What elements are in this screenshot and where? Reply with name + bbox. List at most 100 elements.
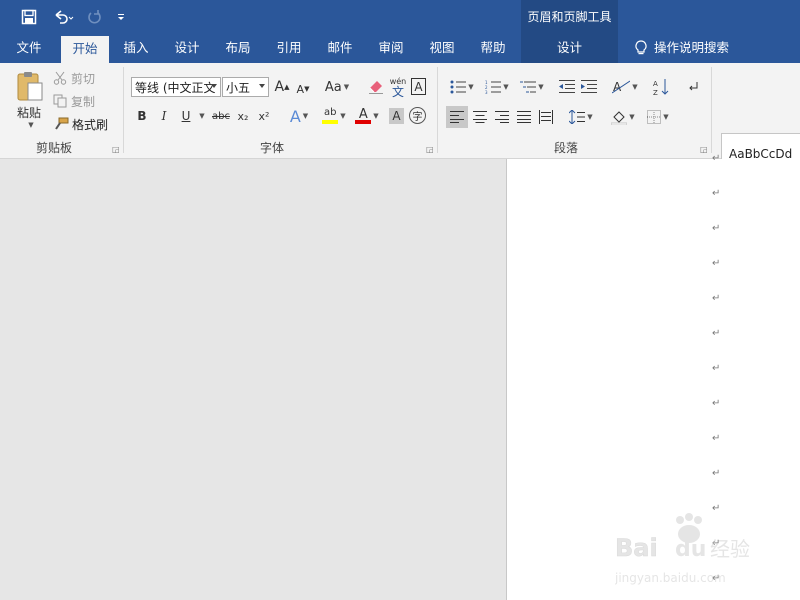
subscript-button[interactable]: x₂ bbox=[235, 107, 251, 125]
font-color-icon: A bbox=[355, 106, 372, 124]
grow-font-button[interactable]: A ▲ bbox=[274, 77, 290, 97]
svg-text:3: 3 bbox=[485, 90, 488, 94]
phonetic-guide-button[interactable]: wén 文 bbox=[387, 74, 409, 100]
title-bar: 页眉和页脚工具 bbox=[0, 0, 800, 33]
font-color-button[interactable]: A ▼ bbox=[352, 106, 382, 126]
font-name-value: 等线 (中文正文 bbox=[135, 80, 216, 95]
strikethrough-button[interactable]: abc bbox=[210, 107, 232, 125]
paint-bucket-icon bbox=[611, 111, 628, 125]
chinese-layout-button[interactable]: A ▼ bbox=[610, 77, 640, 97]
numbering-icon: 123 bbox=[485, 80, 502, 94]
undo-icon[interactable] bbox=[48, 6, 78, 28]
lightbulb-icon bbox=[632, 40, 650, 56]
sort-icon[interactable]: AZ bbox=[652, 76, 670, 98]
align-left-icon[interactable] bbox=[446, 106, 468, 128]
tab-home[interactable]: 开始 bbox=[61, 36, 109, 63]
font-size-value: 小五 bbox=[226, 80, 251, 95]
copy-icon bbox=[53, 94, 67, 108]
change-case-button[interactable]: Aa ▼ bbox=[322, 77, 352, 97]
underline-button[interactable]: U bbox=[178, 107, 194, 125]
character-shading-button[interactable]: A bbox=[389, 108, 404, 124]
shrink-font-button[interactable]: A ▼ bbox=[295, 79, 311, 99]
highlight-swatch bbox=[322, 120, 339, 124]
text-effects-label: A bbox=[289, 106, 301, 126]
header-footer-tools-label: 页眉和页脚工具 bbox=[521, 0, 618, 33]
tab-references[interactable]: 引用 bbox=[265, 33, 313, 63]
distributed-icon[interactable] bbox=[536, 106, 556, 128]
shading-button[interactable]: ▼ bbox=[608, 106, 638, 128]
tab-view[interactable]: 视图 bbox=[418, 33, 466, 63]
clipboard-paste-icon[interactable] bbox=[14, 69, 46, 103]
svg-text:A: A bbox=[653, 80, 658, 88]
multilevel-list-button[interactable]: ▼ bbox=[517, 77, 547, 97]
font-size-combo[interactable]: 小五 bbox=[222, 77, 269, 97]
justify-icon[interactable] bbox=[514, 106, 534, 128]
chinese-layout-icon: A bbox=[612, 80, 631, 94]
cut-button[interactable]: 剪切 bbox=[53, 69, 95, 87]
tab-file[interactable]: 文件 bbox=[0, 33, 58, 63]
align-center-icon[interactable] bbox=[470, 106, 490, 128]
paragraph-mark: ↵ bbox=[712, 363, 721, 374]
decrease-indent-icon[interactable] bbox=[557, 77, 577, 97]
ribbon-home: 粘贴 ▼ 剪切 复制 格式刷 剪贴板 ◲ 等线 (中文正文 小五 A ▲ A ▼ A… bbox=[0, 63, 800, 193]
character-border-button[interactable]: A bbox=[411, 78, 426, 95]
tell-me-search[interactable]: 操作说明搜索 bbox=[654, 33, 744, 63]
tab-design[interactable]: 设计 bbox=[163, 33, 211, 63]
redo-icon[interactable] bbox=[84, 6, 104, 28]
bullets-button[interactable]: ▼ bbox=[447, 77, 477, 97]
increase-indent-icon[interactable] bbox=[579, 77, 599, 97]
change-case-label: Aa bbox=[324, 79, 342, 95]
enclose-characters-button[interactable]: 字 bbox=[409, 107, 426, 124]
tab-header-footer-design[interactable]: 设计 bbox=[521, 33, 618, 63]
align-right-icon[interactable] bbox=[492, 106, 512, 128]
font-color-swatch bbox=[355, 119, 372, 124]
highlighter-icon: ab bbox=[322, 107, 339, 124]
borders-button[interactable]: ▼ bbox=[643, 106, 673, 128]
tab-insert[interactable]: 插入 bbox=[112, 33, 160, 63]
tab-layout[interactable]: 布局 bbox=[214, 33, 262, 63]
grow-font-label: A bbox=[274, 79, 285, 95]
tab-help[interactable]: 帮助 bbox=[469, 33, 517, 63]
copy-label: 复制 bbox=[71, 94, 96, 109]
clear-formatting-icon[interactable] bbox=[367, 77, 385, 97]
paragraph-mark: ↵ bbox=[712, 293, 721, 304]
font-group-label: 字体 bbox=[260, 141, 285, 155]
format-painter-button[interactable]: 格式刷 bbox=[53, 115, 108, 133]
tab-mailings[interactable]: 邮件 bbox=[316, 33, 364, 63]
show-formatting-marks-icon[interactable] bbox=[684, 77, 702, 97]
cut-label: 剪切 bbox=[71, 71, 96, 86]
paragraph-group-label: 段落 bbox=[554, 141, 579, 155]
format-painter-icon bbox=[55, 117, 69, 130]
superscript-button[interactable]: x² bbox=[256, 107, 272, 125]
paragraph-mark: ↵ bbox=[712, 188, 721, 199]
format-painter-label: 格式刷 bbox=[72, 117, 109, 132]
bold-button[interactable]: B bbox=[134, 107, 150, 125]
highlight-color-button[interactable]: ab ▼ bbox=[319, 106, 349, 126]
clipboard-launcher-icon[interactable]: ◲ bbox=[112, 146, 120, 154]
bullets-icon bbox=[450, 80, 467, 94]
text-effects-button[interactable]: A ▼ bbox=[285, 106, 313, 126]
italic-button[interactable]: I bbox=[156, 107, 172, 125]
line-spacing-icon bbox=[569, 110, 586, 124]
paragraph-mark: ↵ bbox=[712, 223, 721, 234]
shrink-font-label: A bbox=[296, 82, 305, 96]
font-color-label: A bbox=[358, 106, 368, 122]
paste-dropdown-icon[interactable]: ▼ bbox=[24, 121, 36, 129]
ribbon-tab-row: 文件 开始 插入 设计 布局 引用 邮件 审阅 视图 帮助 设计 操作说明搜索 bbox=[0, 33, 800, 63]
scissors-icon bbox=[53, 71, 67, 85]
customize-qat-icon[interactable] bbox=[114, 6, 128, 28]
font-launcher-icon[interactable]: ◲ bbox=[426, 146, 434, 154]
paragraph-launcher-icon[interactable]: ◲ bbox=[700, 146, 708, 154]
font-name-combo[interactable]: 等线 (中文正文 bbox=[131, 77, 221, 97]
save-icon[interactable] bbox=[18, 6, 40, 28]
tab-review[interactable]: 审阅 bbox=[367, 33, 415, 63]
group-divider bbox=[437, 67, 438, 153]
svg-text:经验: 经验 bbox=[710, 537, 750, 561]
baidu-jingyan-watermark: Bai du 经验 jingyan.baidu.com bbox=[615, 513, 750, 585]
highlight-label: ab bbox=[324, 107, 337, 118]
underline-dropdown-icon[interactable]: ▼ bbox=[196, 107, 206, 125]
numbering-button[interactable]: 1 2 3 ▼ bbox=[482, 77, 512, 97]
paste-button[interactable]: 粘贴 bbox=[14, 104, 44, 120]
line-spacing-button[interactable]: ▼ bbox=[566, 106, 596, 128]
copy-button[interactable]: 复制 bbox=[53, 92, 95, 110]
